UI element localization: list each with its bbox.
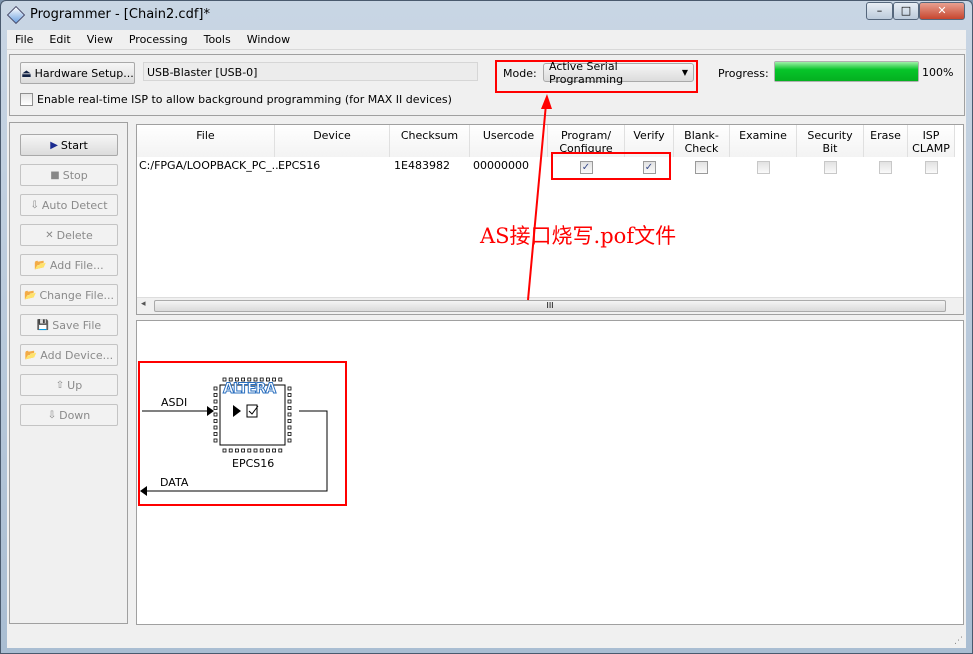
auto-detect-button[interactable]: ⇩ Auto Detect — [20, 194, 118, 216]
button-icon: ⇩ — [47, 409, 57, 421]
add-device-button[interactable]: 📂 Add Device... — [20, 344, 118, 366]
menu-file[interactable]: File — [7, 33, 41, 46]
menu-bar: File Edit View Processing Tools Window — [7, 30, 966, 50]
scrollbar-thumb[interactable]: III — [154, 300, 946, 312]
button-icon: ▶ — [50, 139, 58, 151]
resize-grip-icon[interactable]: ⋰ — [954, 636, 963, 646]
mode-highlight-box — [495, 60, 698, 93]
isp-checkbox-label: Enable real-time ISP to allow background… — [37, 93, 452, 106]
app-icon — [6, 5, 26, 25]
minimize-button[interactable]: – — [866, 2, 893, 20]
checkbox-erase[interactable] — [879, 161, 892, 174]
stop-button[interactable]: ■ Stop — [20, 164, 118, 186]
isp-checkbox[interactable] — [20, 93, 33, 106]
progress-bar — [774, 61, 919, 82]
checkbox-examine[interactable] — [756, 161, 770, 174]
delete-button[interactable]: ✕ Delete — [20, 224, 118, 246]
menu-processing[interactable]: Processing — [121, 33, 196, 46]
menu-window[interactable]: Window — [239, 33, 298, 46]
column-header[interactable]: ISP CLAMP — [908, 125, 955, 157]
menu-tools[interactable]: Tools — [196, 33, 239, 46]
cell-file[interactable]: C:/FPGA/LOOPBACK_PC_... — [139, 159, 282, 172]
progress-value: 100% — [922, 66, 954, 79]
button-icon: 📂 — [34, 259, 47, 271]
button-icon: ⇧ — [55, 379, 65, 391]
start-button[interactable]: ▶ Start — [20, 134, 118, 156]
save-file-button[interactable]: 💾 Save File — [20, 314, 118, 336]
hardware-setup-button[interactable]: ⏏ Hardware Setup... — [20, 62, 135, 84]
diagram-highlight-box — [138, 361, 347, 506]
cell-checksum: 1E483982 — [394, 159, 450, 172]
hardware-field: USB-Blaster [USB-0] — [143, 62, 478, 81]
checkbox-isp-clamp[interactable] — [924, 161, 938, 174]
progress-fill — [775, 62, 918, 81]
change-file-button[interactable]: 📂 Change File... — [20, 284, 118, 306]
cell-usercode: 00000000 — [473, 159, 529, 172]
down-button[interactable]: ⇩ Down — [20, 404, 118, 426]
column-header[interactable]: File — [137, 125, 275, 157]
column-header[interactable]: Erase — [864, 125, 908, 157]
button-icon: ✕ — [45, 229, 54, 241]
column-header[interactable]: Blank- Check — [674, 125, 730, 157]
checkbox-security-bit[interactable] — [823, 161, 837, 174]
menu-edit[interactable]: Edit — [41, 33, 78, 46]
hardware-icon: ⏏ — [21, 66, 32, 80]
up-button[interactable]: ⇧ Up — [20, 374, 118, 396]
column-header[interactable]: Usercode — [470, 125, 548, 157]
maximize-button[interactable]: □ — [893, 2, 919, 20]
progress-label: Progress: — [718, 67, 769, 80]
button-icon: 💾 — [36, 319, 50, 331]
scroll-left-icon[interactable]: ◂ — [141, 299, 146, 309]
button-icon: 📂 — [24, 289, 37, 301]
button-icon: ■ — [50, 169, 60, 181]
column-header[interactable]: Examine — [730, 125, 797, 157]
close-button[interactable]: ✕ — [919, 2, 965, 20]
column-header[interactable]: Device — [275, 125, 390, 157]
checkbox-blank-check[interactable] — [695, 161, 708, 174]
annotation-text: AS接口烧写.pof文件 — [480, 224, 677, 248]
button-icon: 📂 — [24, 349, 38, 361]
cell-device: EPCS16 — [278, 159, 321, 172]
horizontal-scrollbar[interactable]: ◂ III — [137, 297, 963, 314]
checkbox-highlight-box — [551, 152, 671, 180]
column-header[interactable]: Security Bit — [797, 125, 864, 157]
column-header[interactable]: Checksum — [390, 125, 470, 157]
menu-view[interactable]: View — [79, 33, 121, 46]
title-bar: Programmer - [Chain2.cdf]* — [6, 3, 210, 27]
add-file-button[interactable]: 📂 Add File... — [20, 254, 118, 276]
button-icon: ⇩ — [30, 199, 39, 211]
window-title: Programmer - [Chain2.cdf]* — [30, 7, 210, 22]
